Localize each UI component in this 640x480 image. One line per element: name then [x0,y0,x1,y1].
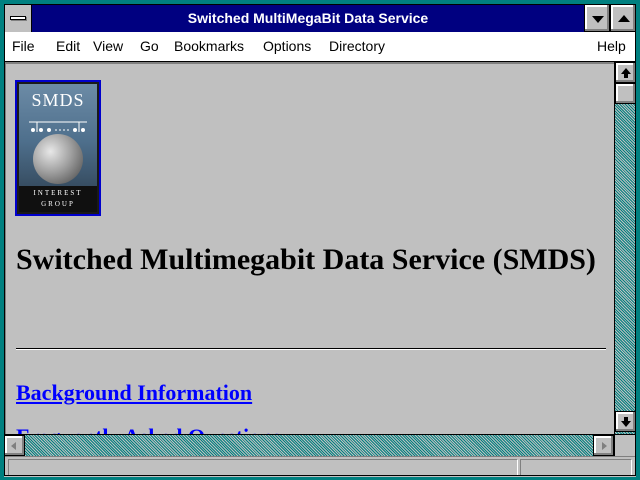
minimize-icon [592,16,604,23]
scroll-down-button[interactable] [615,411,636,432]
scroll-left-button[interactable] [4,435,25,456]
scroll-left-icon [11,442,16,450]
smds-logo-image: SMDS INTEREST GROUP [19,84,97,212]
maximize-button[interactable] [610,4,636,32]
menu-go[interactable]: Go [140,32,159,61]
horizontal-rule [16,348,606,350]
menu-file[interactable]: File [12,32,35,61]
logo-title: SMDS [31,90,85,110]
smds-logo-link[interactable]: SMDS INTEREST GROUP [15,80,101,216]
logo-band: INTEREST GROUP [19,186,97,212]
globe-icon [33,134,83,184]
scroll-right-icon [602,442,607,450]
window-title: Switched MultiMegaBit Data Service [187,10,429,26]
minimize-button[interactable] [584,4,610,32]
maximize-icon [618,15,630,22]
logo-band-line2: GROUP [41,200,75,208]
scroll-right-button[interactable] [593,435,614,456]
scroll-up-button[interactable] [615,62,636,83]
scroll-up-icon [621,68,631,78]
horizontal-scrollbar[interactable] [4,434,614,456]
menu-help[interactable]: Help [597,32,626,61]
vertical-scroll-thumb[interactable] [615,83,636,104]
menu-bar: File Edit View Go Bookmarks Options Dire… [4,32,636,62]
logo-band-line1: INTEREST [33,189,83,197]
title-bar: Switched MultiMegaBit Data Service [4,4,636,32]
menu-options[interactable]: Options [263,32,311,61]
scroll-down-icon [621,417,631,427]
link-frequently-asked-questions[interactable]: Frequently Asked Questions [16,424,281,434]
status-bar [4,456,636,477]
menu-bookmarks[interactable]: Bookmarks [174,32,244,61]
system-menu-icon [10,16,26,20]
menu-view[interactable]: View [93,32,123,61]
menu-directory[interactable]: Directory [329,32,385,61]
status-text [8,459,518,476]
vertical-scrollbar[interactable] [614,62,636,434]
link-background-information[interactable]: Background Information [16,380,252,406]
page-content: SMDS INTEREST GROUP Switched Multimegabi… [4,62,614,434]
page-heading: Switched Multimegabit Data Service (SMDS… [16,243,596,276]
scrollbar-corner [614,434,636,456]
browser-window: Switched MultiMegaBit Data Service File … [0,0,640,480]
progress-indicator [520,459,632,476]
system-menu-button[interactable] [4,4,32,32]
menu-edit[interactable]: Edit [56,32,80,61]
